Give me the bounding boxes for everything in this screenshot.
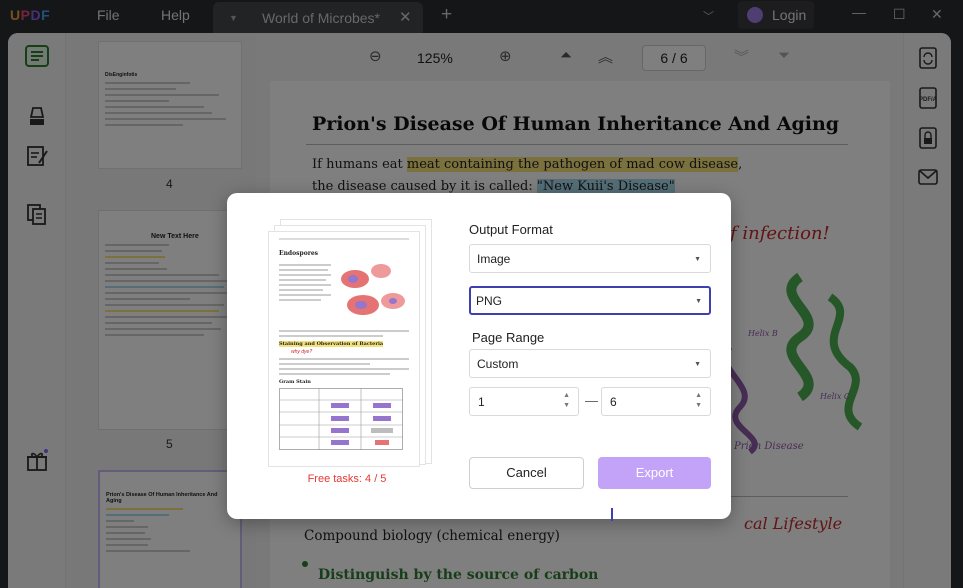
preview-page-front: Endospores Staining and Observation of B…	[268, 231, 420, 467]
text-cursor	[611, 508, 613, 521]
export-button[interactable]: Export	[598, 457, 711, 489]
dropdown-arrow-icon: ▼	[694, 256, 701, 263]
preview-title: Endospores	[279, 250, 319, 257]
export-preview: Endospores Staining and Observation of B…	[268, 219, 433, 467]
cancel-button[interactable]: Cancel	[469, 457, 584, 489]
page-range-label: Page Range	[472, 330, 545, 345]
dropdown-arrow-icon: ▼	[694, 361, 701, 368]
preview-section-1: Staining and Observation of Bacteria	[279, 341, 384, 347]
to-page-input[interactable]: 6 ▲ ▼	[601, 387, 711, 416]
from-page-input[interactable]: 1 ▲ ▼	[469, 387, 579, 416]
bacteria-illustration	[341, 264, 405, 315]
stepper-icon[interactable]: ▲ ▼	[695, 391, 702, 411]
stepper-icon[interactable]: ▲ ▼	[563, 391, 570, 411]
page-range-select[interactable]: Custom ▼	[469, 349, 711, 378]
dropdown-arrow-icon: ▼	[695, 298, 702, 305]
preview-table	[279, 388, 403, 450]
range-separator: —	[585, 393, 598, 408]
preview-annotation: why dye?	[291, 349, 313, 355]
image-type-select[interactable]: PNG ▼	[469, 286, 711, 315]
output-format-select[interactable]: Image ▼	[469, 244, 711, 273]
free-tasks-counter: Free tasks: 4 / 5	[307, 473, 387, 485]
preview-section-2: Gram Stain	[279, 379, 311, 385]
output-format-label: Output Format	[469, 222, 553, 237]
export-dialog: Endospores Staining and Observation of B…	[227, 193, 731, 519]
